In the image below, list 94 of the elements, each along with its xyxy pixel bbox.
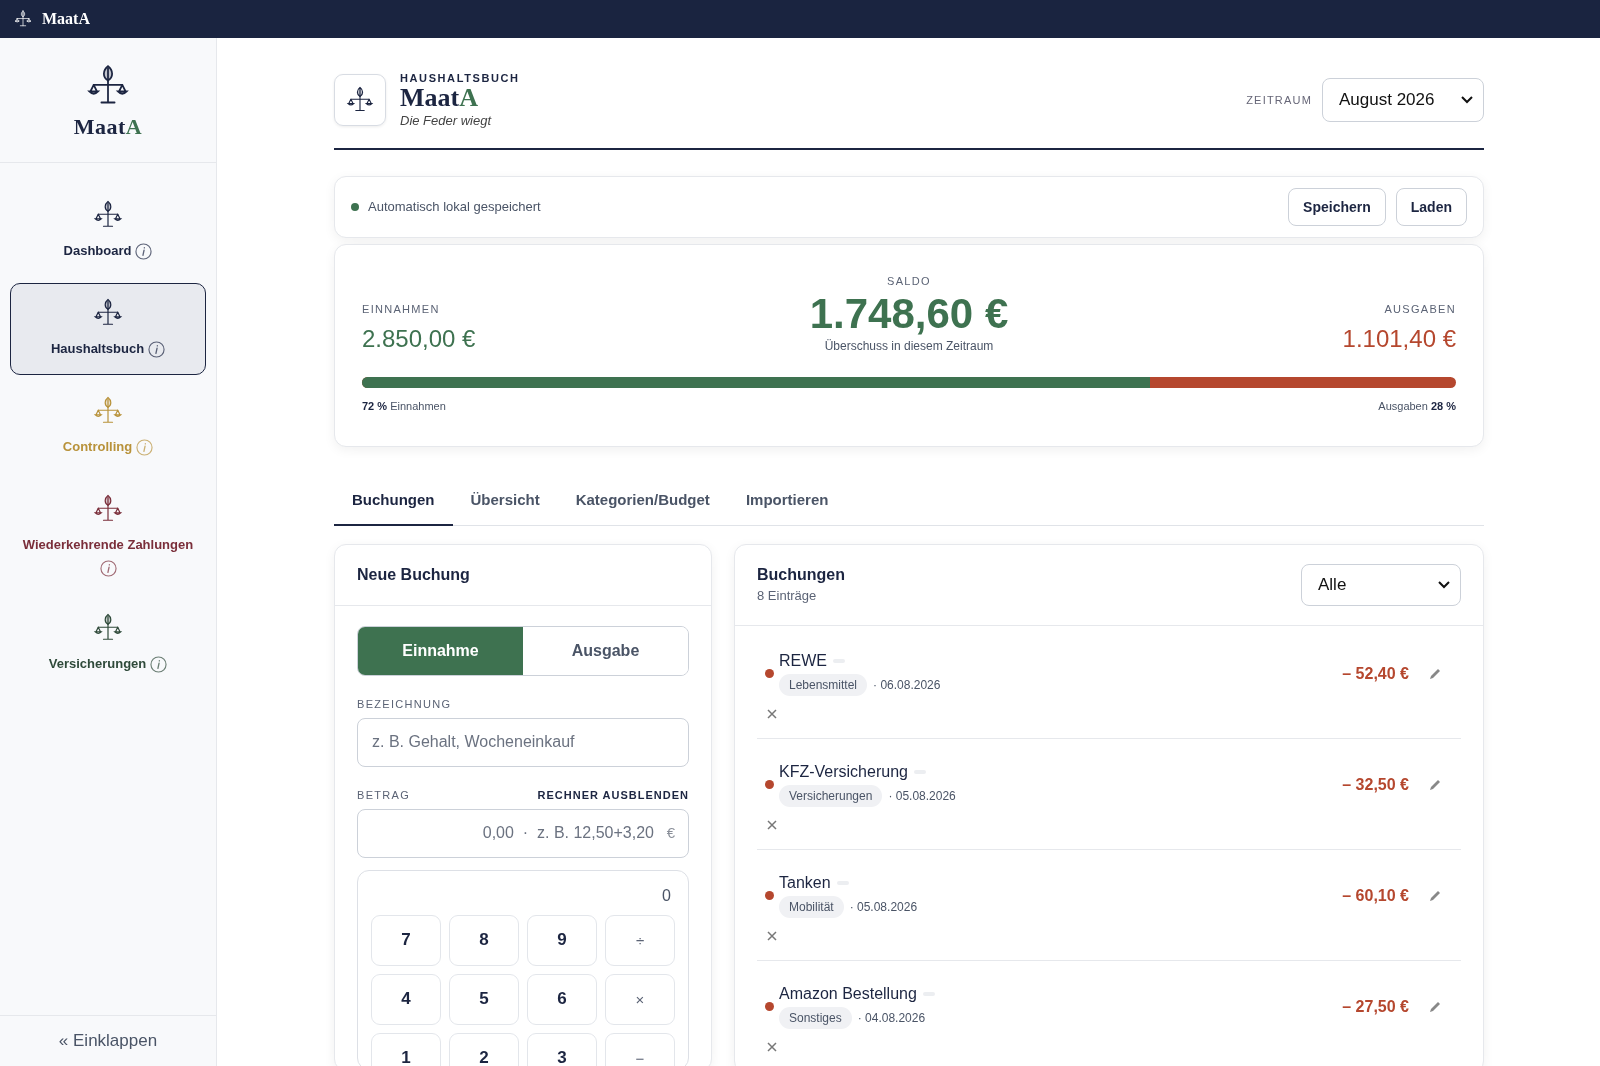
calculator-key[interactable]: 4 xyxy=(371,973,441,1025)
panel-title: Buchungen xyxy=(757,566,845,585)
booking-date: · 05.08.2026 xyxy=(849,899,918,914)
scales-icon xyxy=(93,494,123,524)
booking-name: REWE xyxy=(779,651,827,670)
scales-icon xyxy=(93,200,123,230)
brand-title: MaatA xyxy=(400,84,479,113)
category-tag: Lebensmittel xyxy=(779,673,868,696)
calculator-key[interactable]: 1 xyxy=(371,1032,441,1066)
status-dot xyxy=(351,202,359,211)
income-label: EINNAHMEN xyxy=(362,302,441,315)
pencil-icon[interactable] xyxy=(1428,666,1442,681)
calculator-key[interactable]: 3 xyxy=(527,1032,597,1066)
scales-icon xyxy=(93,613,123,643)
booking-name: Tanken xyxy=(779,873,831,892)
booking-row[interactable]: REWE Lebensmittel · 06.08.2026 – 52,40 € xyxy=(757,627,1461,739)
nav-item[interactable]: Haushaltsbuch xyxy=(10,283,206,375)
close-icon[interactable] xyxy=(767,819,777,830)
info-icon xyxy=(135,242,153,260)
calculator-toggle[interactable]: RECHNER AUSBLENDEN xyxy=(537,788,689,801)
panel-title: Neue Buchung xyxy=(357,565,470,584)
expense-amount: 1.101,40 € xyxy=(1341,324,1456,353)
calculator-key[interactable]: × xyxy=(605,973,675,1025)
income-amount: 2.850,00 € xyxy=(362,324,477,353)
income-share: 72 % Einnahmen xyxy=(362,399,446,412)
calculator-key[interactable]: 6 xyxy=(527,973,597,1025)
brand-title: MaatA xyxy=(73,114,143,140)
eyebrow-label: HAUSHALTSBUCH xyxy=(400,72,520,84)
nav-item[interactable]: Dashboard xyxy=(10,185,206,277)
calculator-key[interactable]: − xyxy=(605,1032,675,1066)
booking-name: Amazon Bestellung xyxy=(779,984,917,1003)
nav-item[interactable]: Wiederkehrende Zahlungen xyxy=(10,479,206,592)
tab[interactable]: Kategorien/Budget xyxy=(557,476,728,526)
entry-count: 8 Einträge xyxy=(757,588,818,604)
collapse-button[interactable]: « Einklappen xyxy=(52,1030,164,1052)
pencil-icon[interactable] xyxy=(1428,888,1442,903)
period-label: ZEITRAUM xyxy=(1246,93,1312,106)
calculator-display: 0 xyxy=(661,886,672,906)
info-icon xyxy=(136,438,154,456)
filter-select[interactable]: Alle xyxy=(1301,563,1461,606)
booking-row[interactable]: Amazon Bestellung Sonstiges · 04.08.2026 – 27,50 € xyxy=(757,960,1461,1066)
scales-icon xyxy=(93,298,123,328)
booking-row[interactable]: KFZ-Versicherung Versicherungen · 05.08.2026 – 32,50 € xyxy=(757,738,1461,850)
tab[interactable]: Übersicht xyxy=(452,476,558,526)
booking-date: · 06.08.2026 xyxy=(873,677,941,692)
calculator-key[interactable]: 2 xyxy=(449,1032,519,1066)
booking-date: · 04.08.2026 xyxy=(857,1010,926,1025)
info-icon xyxy=(99,560,117,577)
booking-amount: – 32,50 € xyxy=(1342,775,1409,794)
calculator-key[interactable]: 7 xyxy=(371,914,441,966)
category-tag: Versicherungen xyxy=(779,784,883,807)
balance-amount: 1.748,60 € xyxy=(808,290,1010,337)
booking-amount: – 52,40 € xyxy=(1342,664,1409,683)
expense-share: Ausgaben 28 % xyxy=(1378,399,1456,412)
save-status: Automatisch lokal gespeichert xyxy=(368,199,541,215)
booking-amount: – 27,50 € xyxy=(1342,997,1409,1016)
calculator-key[interactable]: 5 xyxy=(449,973,519,1025)
toolbar-button[interactable]: Speichern xyxy=(1288,187,1386,226)
tab[interactable]: Importieren xyxy=(727,476,847,526)
pencil-icon[interactable] xyxy=(1428,999,1442,1014)
scales-icon xyxy=(14,10,32,28)
tab[interactable]: Buchungen xyxy=(334,476,453,526)
booking-amount: – 60,10 € xyxy=(1342,886,1409,905)
currency-suffix: € xyxy=(666,823,675,841)
field-label: BEZEICHNUNG xyxy=(357,697,453,710)
info-icon xyxy=(150,655,168,673)
calculator-key[interactable]: ÷ xyxy=(605,914,675,966)
expense-label: AUSGABEN xyxy=(1383,302,1456,315)
chevron-icon xyxy=(1438,580,1450,589)
booking-name: KFZ-Versicherung xyxy=(779,762,908,781)
balance-note: Überschuss in diesem Zeitraum xyxy=(823,338,995,353)
field-label: BETRAG xyxy=(357,788,411,801)
balance-label: SALDO xyxy=(886,274,932,287)
category-tag: Mobilität xyxy=(779,895,844,918)
booking-row[interactable]: Tanken Mobilität · 05.08.2026 – 60,10 € xyxy=(757,849,1461,961)
period-select[interactable]: August 2026 xyxy=(1322,77,1484,122)
name-field[interactable]: z. B. Gehalt, Wocheneinkauf xyxy=(357,717,689,767)
pencil-icon[interactable] xyxy=(1428,777,1442,792)
chevron-icon xyxy=(1461,95,1473,104)
type-option[interactable]: Einnahme xyxy=(358,626,523,675)
tagline: Die Feder wiegt xyxy=(400,112,493,128)
app-title: MaatA xyxy=(42,10,90,28)
close-icon[interactable] xyxy=(767,708,777,719)
booking-date: · 05.08.2026 xyxy=(888,788,956,803)
nav-item[interactable]: Versicherungen xyxy=(10,598,206,690)
scales-icon xyxy=(93,396,123,426)
calculator-key[interactable]: 9 xyxy=(527,914,597,966)
toolbar-button[interactable]: Laden xyxy=(1395,187,1467,226)
close-icon[interactable] xyxy=(767,1041,777,1052)
scales-icon xyxy=(346,85,374,114)
calculator-key[interactable]: 8 xyxy=(449,914,519,966)
close-icon[interactable] xyxy=(767,930,777,941)
info-icon xyxy=(148,340,166,358)
category-tag: Sonstiges xyxy=(779,1006,852,1029)
